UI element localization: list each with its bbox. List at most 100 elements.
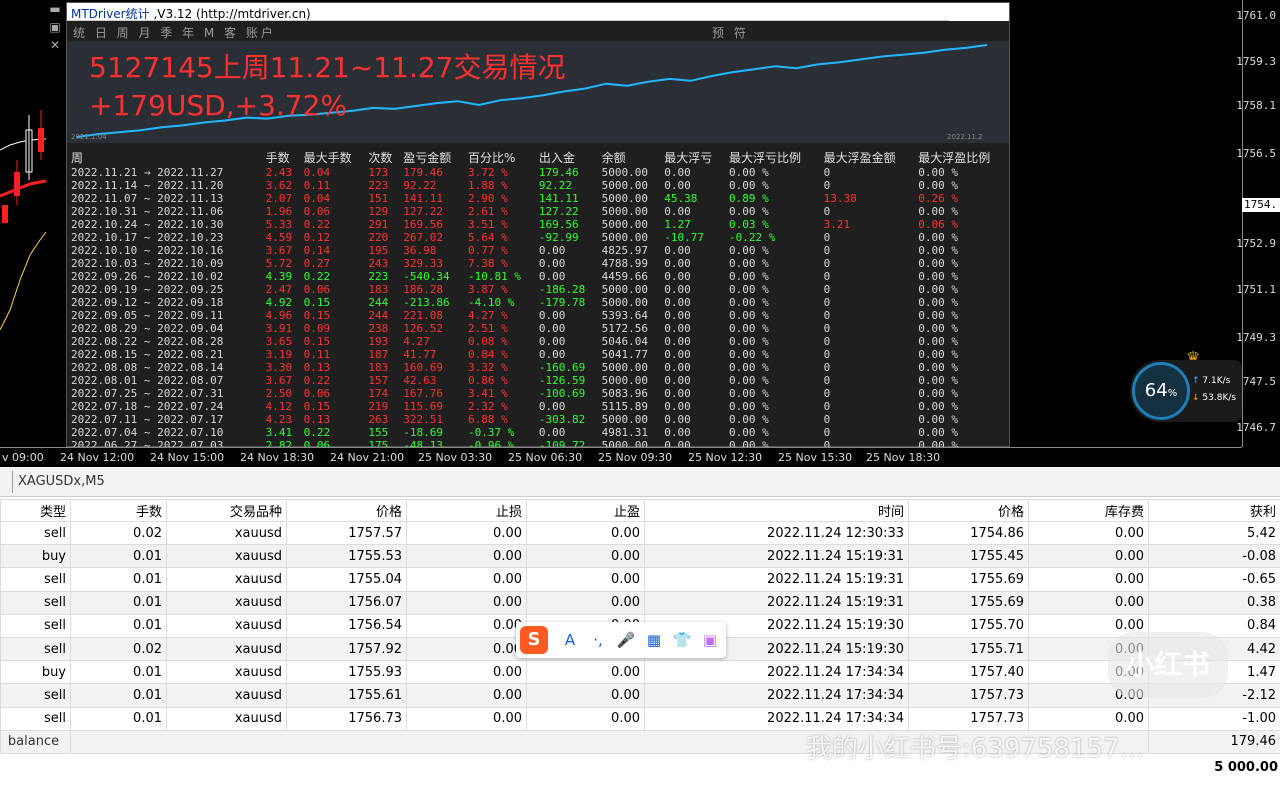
orders-column-header[interactable]: 交易品种 bbox=[166, 499, 287, 522]
stats-cell-flp: 0.00 % bbox=[729, 322, 769, 335]
stats-menu-extra[interactable]: 预 符 bbox=[712, 26, 749, 40]
order-cell-profit: -0.08 bbox=[1148, 544, 1280, 569]
stats-cell-flp: 0.00 % bbox=[729, 426, 769, 439]
orders-column-header[interactable]: 手数 bbox=[70, 499, 167, 522]
order-cell-price: 1756.54 bbox=[286, 613, 407, 638]
orders-column-header[interactable]: 获利 bbox=[1148, 499, 1280, 522]
stats-cell-pnl: 141.11 bbox=[403, 192, 443, 205]
stats-cell-maxlots: 0.04 bbox=[303, 192, 331, 205]
stats-cell-fp: 0 bbox=[823, 335, 831, 348]
stats-cell-maxlots: 0.15 bbox=[303, 335, 331, 348]
order-cell-tp: 0.00 bbox=[526, 660, 645, 685]
order-cell-symbol: xauusd bbox=[166, 706, 287, 731]
stats-cell-count: 244 bbox=[368, 296, 389, 309]
stats-cell-flp: 0.00 % bbox=[729, 205, 769, 218]
stats-cell-count: 291 bbox=[368, 218, 389, 231]
order-cell-lots: 0.01 bbox=[70, 613, 167, 638]
stats-cell-bal: 4788.99 bbox=[601, 257, 648, 270]
tab-xagusdx-m5[interactable]: XAGUSDx,M5 bbox=[18, 474, 105, 489]
stats-cell-fpp: 0.00 % bbox=[918, 400, 959, 413]
stats-row: 2022.08.15 ~ 2022.08.21 3.19 0.11 187 41.77 0… bbox=[67, 348, 1009, 361]
order-cell-time: 2022.11.24 17:34:34 bbox=[644, 660, 909, 685]
order-row[interactable]: sell 0.01 xauusd 1755.61 0.00 0.00 2022.11.24 … bbox=[0, 683, 1280, 708]
stats-cell-io: -126.59 bbox=[538, 374, 586, 387]
stats-menu-items[interactable]: 统 日 周 月 季 年 M 客 账户 bbox=[73, 26, 283, 40]
stats-cell-maxlots: 0.09 bbox=[303, 322, 331, 335]
stats-cell-bal: 4459.66 bbox=[601, 270, 648, 283]
orders-column-header[interactable]: 止损 bbox=[406, 499, 527, 522]
tab-divider bbox=[12, 471, 13, 493]
order-cell-price2: 1755.45 bbox=[908, 544, 1029, 569]
orders-column-header[interactable]: 止盈 bbox=[526, 499, 645, 522]
stats-cell-pct: 6.88 % bbox=[467, 413, 508, 426]
stats-cell-fl: 0.00 bbox=[664, 283, 691, 296]
stats-cell-pnl: 322.51 bbox=[403, 413, 443, 426]
stats-cell-fp: 0 bbox=[823, 322, 831, 335]
stats-cell-maxlots: 0.11 bbox=[303, 348, 331, 361]
sogou-logo-icon[interactable]: S bbox=[520, 626, 548, 654]
order-cell-tp: 0.00 bbox=[526, 520, 645, 546]
stats-column-header: 余额 bbox=[601, 151, 626, 165]
ime-language-icon[interactable]: A bbox=[560, 630, 580, 650]
ime-toolbox-icon[interactable]: ▣ bbox=[700, 630, 720, 650]
stats-menu-bar[interactable]: 统 日 周 月 季 年 M 客 账户 预 符 bbox=[67, 21, 1009, 41]
ime-skin-icon[interactable]: 👕 bbox=[672, 630, 692, 650]
stats-cell-fpp: 0.00 % bbox=[918, 361, 959, 374]
order-cell-sl: 0.00 bbox=[406, 544, 527, 569]
stats-row: 2022.07.18 ~ 2022.07.24 4.12 0.15 219 115.69… bbox=[67, 400, 1009, 413]
stats-column-header: 手数 bbox=[265, 151, 290, 165]
order-row[interactable]: sell 0.01 xauusd 1756.73 0.00 0.00 2022.11.24 … bbox=[0, 706, 1280, 731]
orders-column-header[interactable]: 类型 bbox=[0, 499, 71, 522]
price-chart[interactable]: ▬ ▣ ✕ MTDriver统计 ,V3.12 (http://mtdriver… bbox=[0, 0, 1280, 467]
order-cell-lots: 0.01 bbox=[70, 706, 167, 731]
network-speed-widget[interactable]: 64% ↑ 7.1K/s ↓ 53.8K/s bbox=[1130, 360, 1242, 422]
order-cell-price2: 1755.71 bbox=[908, 636, 1029, 662]
price-scale[interactable]: 1761.0 1759.3 1758.1 1756.5 1754. 1752.9 1751.… bbox=[1236, 0, 1280, 447]
order-cell-tp: 0.00 bbox=[526, 683, 645, 708]
stats-cell-flp: 0.00 % bbox=[729, 270, 769, 283]
stats-cell-lots: 4.96 bbox=[265, 309, 293, 322]
stats-column-header: 周 bbox=[71, 151, 84, 165]
order-row[interactable]: buy 0.01 xauusd 1755.53 0.00 0.00 2022.11.24 1… bbox=[0, 544, 1280, 569]
order-row[interactable]: sell 0.01 xauusd 1755.04 0.00 0.00 2022.11.24 … bbox=[0, 567, 1280, 592]
minimize-icon[interactable]: ▬ bbox=[46, 0, 64, 18]
stats-cell-lots: 4.23 bbox=[265, 413, 293, 426]
stats-cell-week: 2022.09.19 ~ 2022.09.25 bbox=[71, 283, 224, 296]
close-icon[interactable]: ✕ bbox=[46, 36, 64, 54]
order-cell-symbol: xauusd bbox=[166, 567, 287, 592]
stats-cell-fp: 0 bbox=[823, 387, 831, 400]
stats-cell-fp: 0 bbox=[823, 426, 831, 439]
stats-cell-count: 129 bbox=[368, 205, 389, 218]
restore-icon[interactable]: ▣ bbox=[46, 18, 64, 36]
order-row[interactable]: sell 0.02 xauusd 1757.57 0.00 0.00 2022.11.24 … bbox=[0, 520, 1280, 546]
orders-header-row: 类型 手数 交易品种 价格 止损 止盈 时间 价格 库存费 获利 bbox=[0, 499, 1280, 522]
order-cell-sl: 0.00 bbox=[406, 660, 527, 685]
ime-microphone-icon[interactable]: 🎤 bbox=[616, 630, 636, 650]
stats-cell-pct: 7.38 % bbox=[467, 257, 508, 270]
order-cell-swap: 0.00 bbox=[1028, 520, 1149, 546]
ime-keyboard-icon[interactable]: ▦ bbox=[644, 630, 664, 650]
stats-cell-week: 2022.08.15 ~ 2022.08.21 bbox=[71, 348, 224, 361]
order-row[interactable]: buy 0.01 xauusd 1755.93 0.00 0.00 2022.11.24 1… bbox=[0, 660, 1280, 685]
order-cell-type: buy bbox=[0, 544, 71, 569]
time-axis[interactable]: v 09:00 24 Nov 12:00 24 Nov 15:00 24 Nov 18… bbox=[0, 447, 1242, 467]
orders-column-header[interactable]: 价格 bbox=[908, 499, 1029, 522]
stats-cell-fl: 0.00 bbox=[664, 400, 691, 413]
stats-cell-fpp: 0.00 % bbox=[918, 335, 959, 348]
stats-cell-pct: 3.87 % bbox=[467, 283, 508, 296]
stats-cell-io: 0.00 bbox=[538, 335, 566, 348]
price-tick-label: 1747.5 bbox=[1236, 375, 1276, 388]
stats-cell-bal: 5000.00 bbox=[601, 166, 648, 179]
stats-cell-week: 2022.08.29 ~ 2022.09.04 bbox=[71, 322, 224, 335]
orders-column-header[interactable]: 价格 bbox=[286, 499, 407, 522]
order-row[interactable]: sell 0.01 xauusd 1756.07 0.00 0.00 2022.11.24 … bbox=[0, 590, 1280, 615]
stats-cell-io: 0.00 bbox=[538, 322, 566, 335]
orders-column-header[interactable]: 库存费 bbox=[1028, 499, 1149, 522]
orders-column-header[interactable]: 时间 bbox=[644, 499, 909, 522]
ime-toolbar[interactable]: S A ·, 🎤 ▦ 👕 ▣ bbox=[516, 622, 726, 658]
ime-punctuation-icon[interactable]: ·, bbox=[588, 630, 608, 650]
stats-cell-pct: 3.72 % bbox=[467, 166, 508, 179]
stats-cell-maxlots: 0.13 bbox=[303, 361, 331, 374]
stats-cell-pnl: 127.22 bbox=[403, 205, 443, 218]
order-cell-price: 1756.73 bbox=[286, 706, 407, 731]
